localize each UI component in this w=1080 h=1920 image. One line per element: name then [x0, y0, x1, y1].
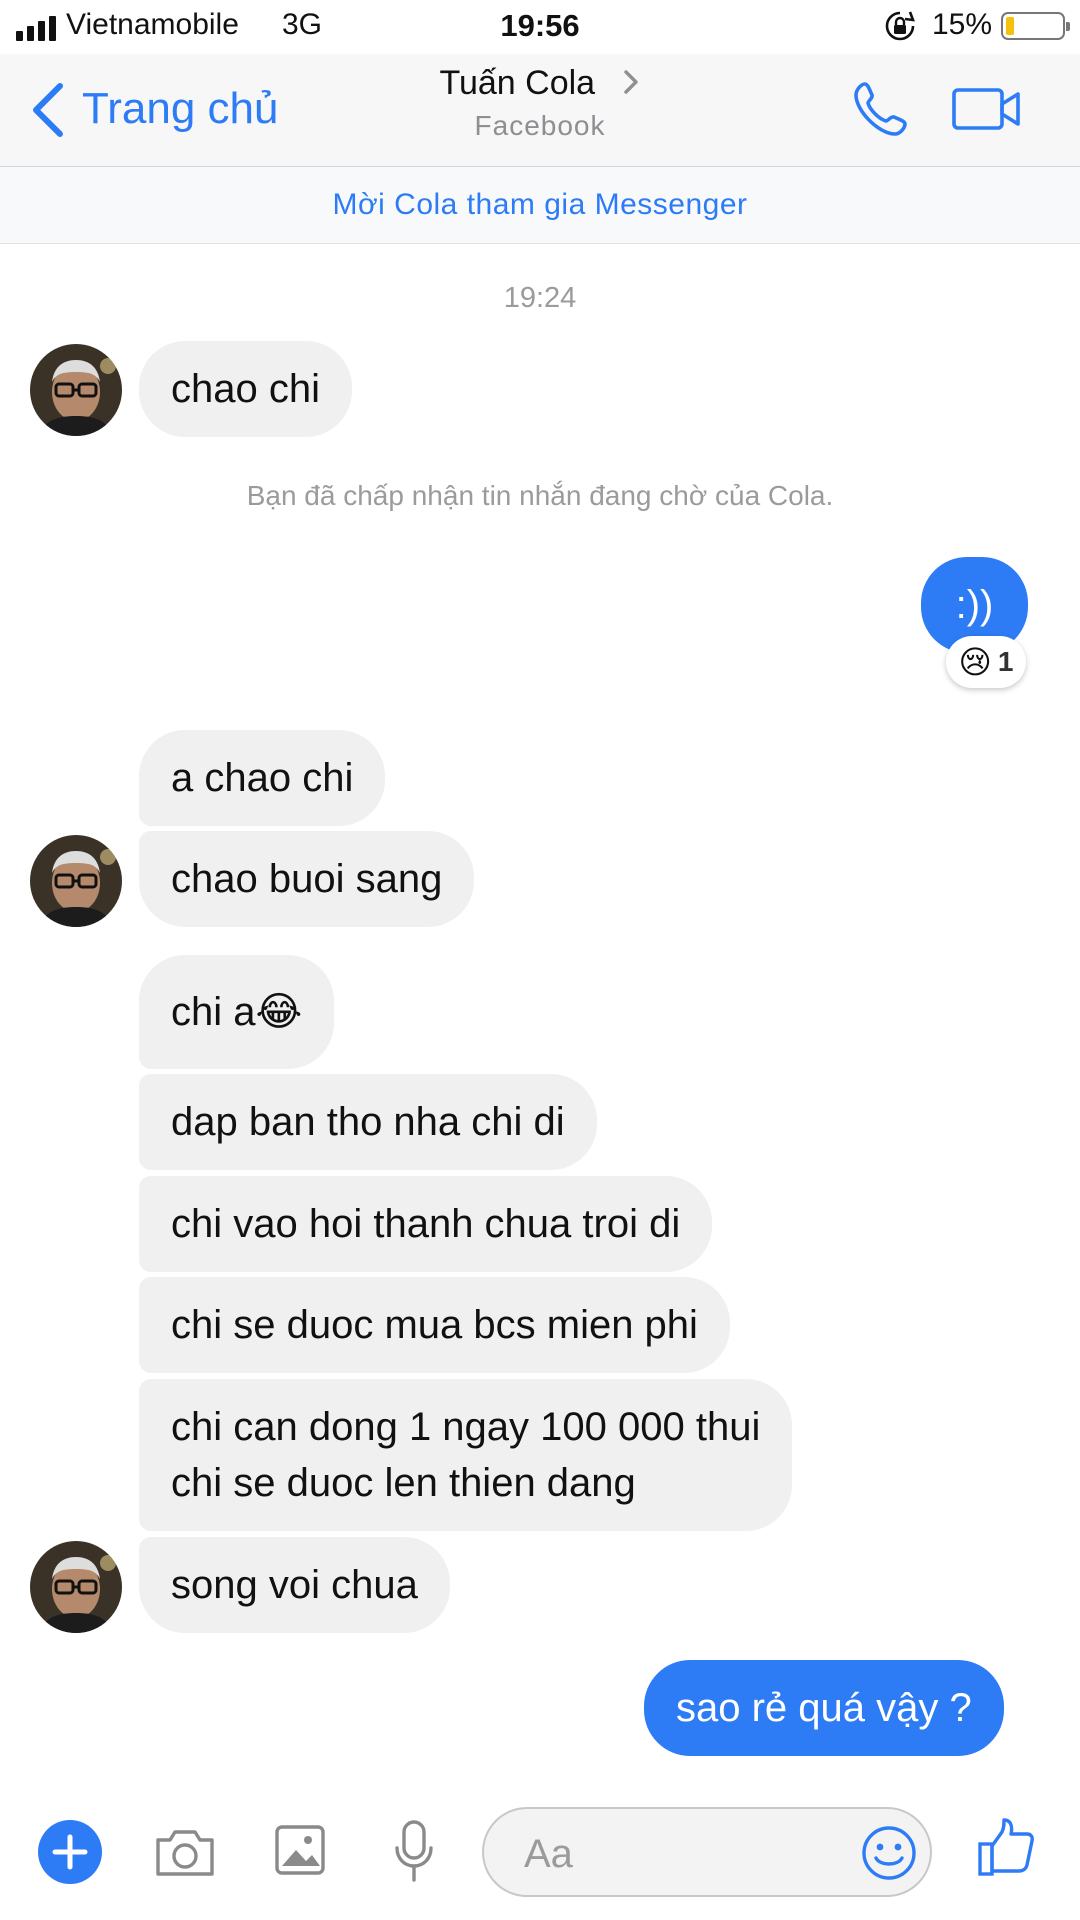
microphone-icon[interactable] — [392, 1818, 436, 1889]
message-reaction[interactable]: 😢 1 — [946, 636, 1026, 688]
battery-percent: 15% — [932, 8, 993, 41]
message-bubble-incoming[interactable]: chi a😂 — [139, 955, 335, 1069]
message-bubble-incoming[interactable]: a chao chi — [139, 730, 386, 826]
message-bubble-incoming[interactable]: song voi chua — [139, 1537, 450, 1633]
message-text: dap ban tho nha chi di — [171, 1100, 565, 1144]
message-text-line: chi se duoc len thien dang — [171, 1461, 636, 1505]
message-text: a chao chi — [171, 756, 354, 800]
message-text: chi a😂 — [171, 990, 303, 1034]
emoji-icon[interactable] — [860, 1824, 918, 1887]
status-bar: Vietnamobile 3G 19:56 15% — [0, 0, 1080, 54]
message-bubble-incoming[interactable]: chao chi — [139, 341, 352, 437]
phone-icon[interactable] — [852, 80, 910, 143]
message-bubble-incoming[interactable]: dap ban tho nha chi di — [139, 1074, 597, 1170]
crying-face-emoji: 😢 — [958, 644, 992, 680]
image-icon[interactable] — [274, 1822, 326, 1883]
message-bubble-incoming[interactable]: chi can dong 1 ngay 100 000 thui chi se … — [139, 1379, 793, 1531]
contact-name[interactable]: Tuấn Cola — [0, 64, 1080, 103]
message-text: song voi chua — [171, 1563, 418, 1607]
message-bubble-incoming[interactable]: chi se duoc mua bcs mien phi — [139, 1277, 730, 1373]
video-camera-icon[interactable] — [952, 86, 1022, 137]
clock: 19:56 — [500, 8, 580, 43]
message-text-line: chi can dong 1 ngay 100 000 thui — [171, 1405, 761, 1449]
message-bubble-incoming[interactable]: chi vao hoi thanh chua troi di — [139, 1176, 713, 1272]
invite-banner[interactable]: Mời Cola tham gia Messenger — [0, 167, 1080, 244]
message-input-box[interactable] — [482, 1807, 932, 1897]
message-bubble-incoming[interactable]: chao buoi sang — [139, 831, 475, 927]
message-text: chao chi — [171, 367, 320, 411]
message-input[interactable] — [522, 1823, 826, 1885]
chevron-right-icon — [623, 70, 638, 94]
contact-subtitle: Facebook — [474, 110, 606, 141]
contact-avatar[interactable] — [30, 1541, 122, 1633]
message-text: sao rẻ quá vậy ? — [676, 1686, 972, 1730]
message-text: chi vao hoi thanh chua troi di — [171, 1202, 681, 1246]
camera-icon[interactable] — [154, 1824, 216, 1885]
like-icon[interactable] — [976, 1816, 1036, 1885]
conversation-header: Trang chủ Tuấn Cola Facebook — [0, 54, 1080, 167]
battery-icon — [1001, 12, 1070, 40]
contact-avatar[interactable] — [30, 344, 122, 436]
contact-avatar[interactable] — [30, 835, 122, 927]
orientation-lock-icon — [884, 10, 916, 47]
message-text: chao buoi sang — [171, 857, 443, 901]
message-bubble-outgoing[interactable]: sao rẻ quá vậy ? — [644, 1660, 1004, 1756]
message-composer — [0, 1780, 1080, 1920]
reaction-count: 1 — [997, 646, 1014, 677]
plus-icon[interactable] — [38, 1820, 102, 1889]
system-note: Bạn đã chấp nhận tin nhắn đang chờ của C… — [246, 480, 834, 511]
invite-banner-text: Mời Cola tham gia Messenger — [332, 188, 748, 221]
message-text: :)) — [955, 583, 994, 627]
contact-name-text: Tuấn Cola — [439, 64, 596, 102]
timestamp-divider: 19:24 — [503, 282, 577, 314]
message-text: chi se duoc mua bcs mien phi — [171, 1303, 698, 1347]
